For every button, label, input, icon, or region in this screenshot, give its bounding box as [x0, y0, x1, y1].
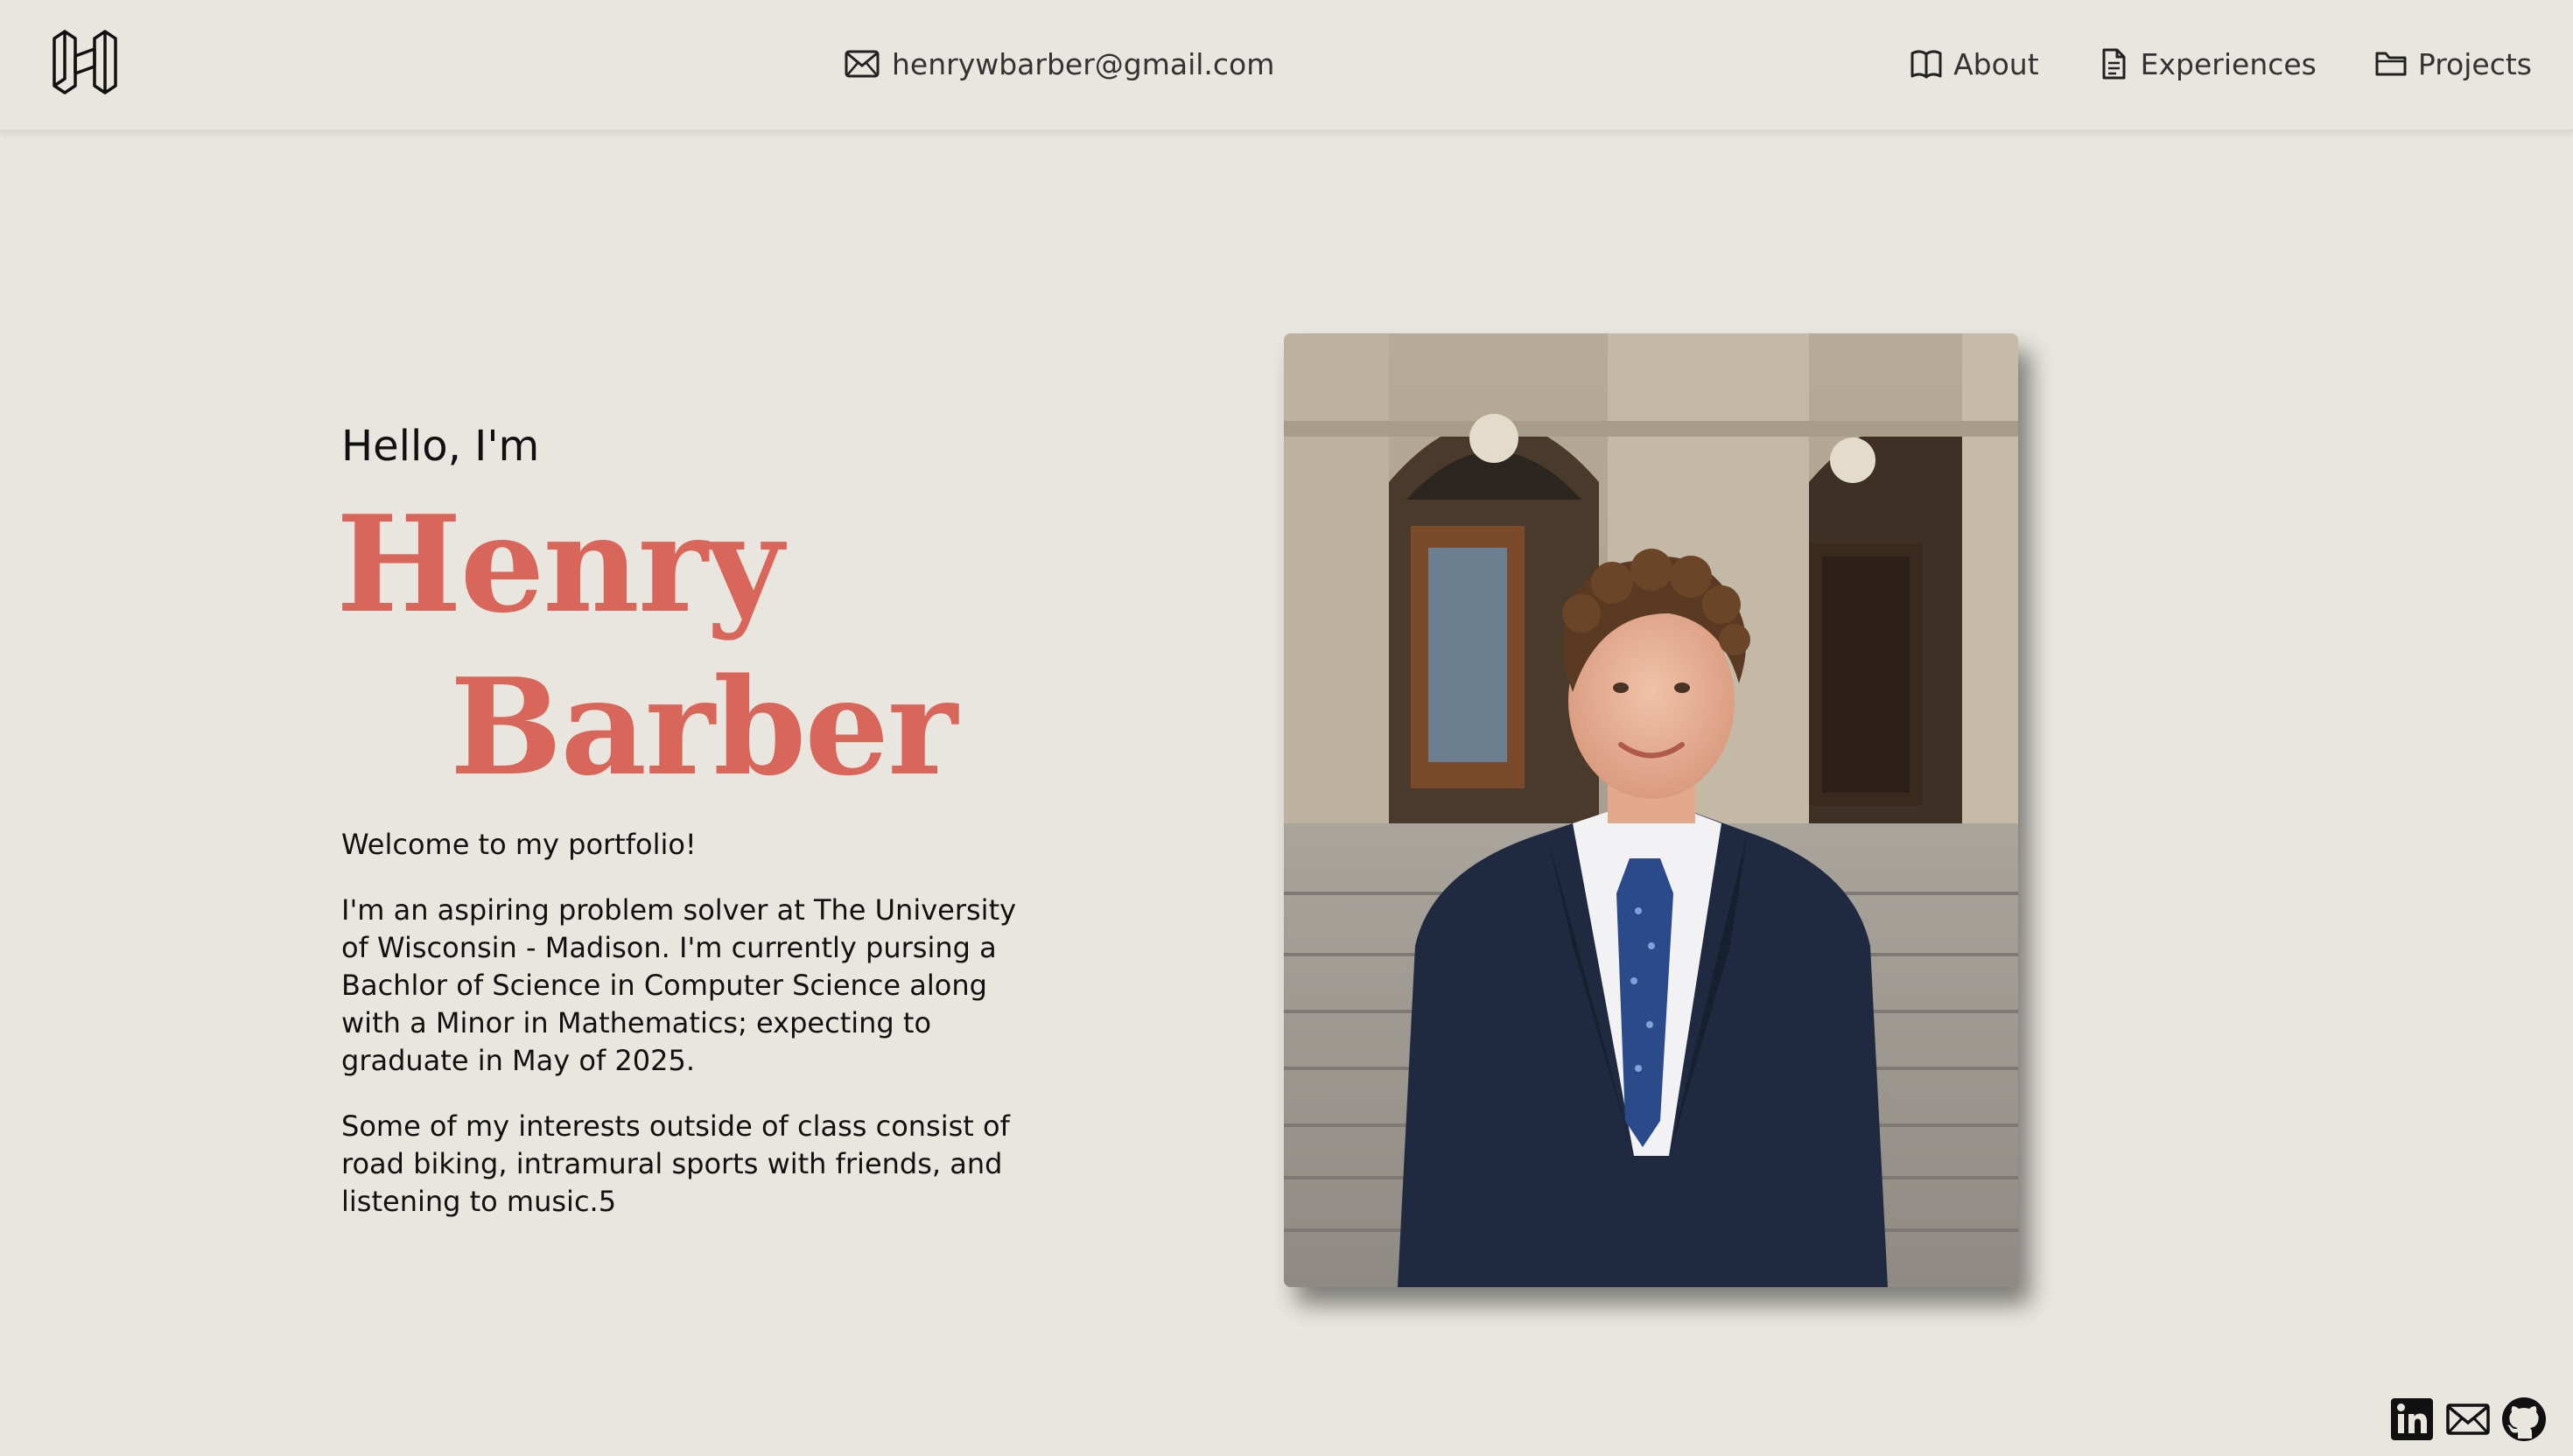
github-icon[interactable] — [2501, 1396, 2547, 1442]
hero-last-name: Barber — [450, 648, 957, 805]
hero-greeting: Hello, I'm — [341, 422, 540, 471]
hero-name: Henry Barber — [336, 483, 957, 808]
main-nav: About Experiences Projects — [1910, 42, 2532, 86]
nav-projects[interactable]: Projects — [2374, 47, 2532, 81]
hero-first-name: Henry — [336, 486, 783, 642]
bio-interests: Some of my interests outside of class co… — [341, 1110, 1010, 1218]
document-icon — [2102, 48, 2126, 80]
folder-icon — [2375, 52, 2407, 76]
hero-bio: Welcome to my portfolio! I'm an aspiring… — [341, 826, 1041, 1249]
top-navbar: henrywbarber@gmail.com About Experiences — [0, 0, 2573, 132]
mail-icon[interactable] — [2445, 1396, 2491, 1442]
envelope-icon — [845, 50, 880, 78]
bio-welcome: Welcome to my portfolio! — [341, 828, 697, 861]
portrait-image — [1284, 333, 2018, 1287]
bio-education: I'm an aspiring problem solver at The Un… — [341, 893, 1017, 1077]
nav-about[interactable]: About — [1910, 47, 2039, 81]
social-links — [2389, 1396, 2547, 1442]
header-email-text: henrywbarber@gmail.com — [892, 46, 1275, 81]
nav-experiences[interactable]: Experiences — [2097, 47, 2317, 81]
logo-icon — [53, 30, 117, 94]
profile-photo — [1284, 333, 2018, 1287]
header-email-link[interactable]: henrywbarber@gmail.com — [845, 42, 1274, 86]
nav-projects-label: Projects — [2417, 46, 2532, 81]
h-monogram-logo[interactable] — [51, 26, 119, 98]
linkedin-icon[interactable] — [2389, 1396, 2435, 1442]
nav-experiences-label: Experiences — [2140, 46, 2317, 81]
portfolio-page: henrywbarber@gmail.com About Experiences — [0, 0, 2573, 1456]
book-icon — [1910, 50, 1942, 79]
nav-about-label: About — [1953, 46, 2039, 81]
